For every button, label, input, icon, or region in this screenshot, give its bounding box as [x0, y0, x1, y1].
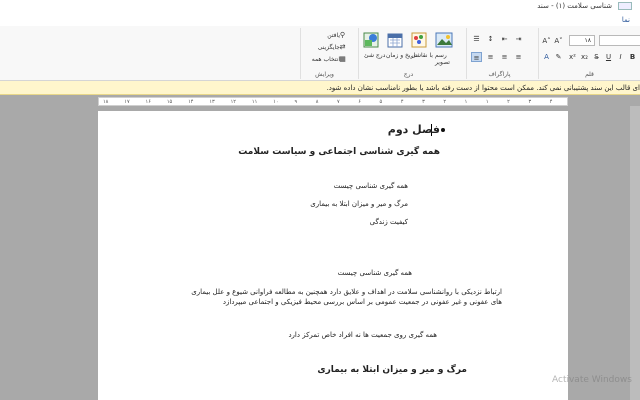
indent-increase-icon[interactable]: ⇥ — [513, 34, 524, 44]
ruler-tick: ۱۶ — [145, 99, 151, 105]
select-all-icon: ▦ — [339, 55, 346, 63]
group-label-insert: درج — [403, 71, 414, 78]
quick-access-toolbar[interactable] — [618, 2, 632, 10]
ribbon-group-insert: درج شئ تاریخ و زمان رسم با نقاشی تصویر د… — [358, 28, 458, 79]
ruler-tick: ۱ — [485, 99, 489, 105]
ruler-tick: ۹ — [294, 99, 298, 105]
picture-label: تصویر — [435, 59, 450, 66]
binoculars-icon: ⚲ — [339, 31, 346, 39]
paint-icon[interactable] — [411, 32, 427, 48]
justify-button[interactable]: ≡ — [513, 52, 524, 62]
heading-chapter: فصل دوم — [387, 123, 440, 136]
ruler-tick: ۱۸ — [103, 99, 109, 105]
picture-icon[interactable] — [435, 32, 453, 48]
indent-decrease-icon[interactable]: ⇤ — [499, 34, 510, 44]
vertical-scrollbar[interactable] — [630, 106, 640, 400]
calendar-icon[interactable] — [387, 32, 403, 48]
font-color-icon[interactable]: A — [541, 52, 552, 62]
align-right-button[interactable]: ≡ — [471, 52, 482, 62]
ruler-tick: ۱۳ — [209, 99, 215, 105]
paragraph-2: همه گیری روی جمعیت ها نه افراد خاص تمرکز… — [288, 331, 437, 339]
replace-icon: ⇄ — [339, 43, 346, 51]
highlight-icon[interactable]: ✎ — [553, 52, 564, 62]
ruler-tick: ۱ — [464, 99, 468, 105]
shrink-font-icon[interactable]: A˅ — [553, 36, 564, 46]
ribbon: یافتن ⚲ جایگزینی ⇄ انتخاب همه ▦ ویرایش د… — [0, 26, 640, 81]
ruler-tick: ۵ — [379, 99, 383, 105]
ruler-tick: ۲ — [507, 99, 510, 105]
insert-object-icon[interactable] — [363, 32, 379, 48]
ruler-tick: ۳ — [528, 99, 532, 105]
compatibility-infobar: ای قالب این سند پشتیبانی نمی کند. ممکن ا… — [0, 81, 640, 95]
ribbon-group-edit: یافتن ⚲ جایگزینی ⇄ انتخاب همه ▦ ویرایش — [300, 28, 348, 79]
ribbon-tab-row: نما — [0, 13, 640, 26]
toc-item-3: کیفیت زندگی — [369, 218, 408, 226]
tab-view[interactable]: نما — [622, 16, 630, 24]
ruler-tick: ۱۷ — [124, 99, 130, 105]
subscript-icon[interactable]: x₂ — [579, 52, 590, 62]
document-page[interactable]: فصل دوم همه گیری شناسی اجتماعی و سیاست س… — [98, 111, 568, 400]
insert-object-label: درج شئ — [364, 52, 386, 59]
bullet-icon — [441, 128, 445, 132]
ruler-tick: ۱۱ — [251, 99, 258, 105]
select-all-button[interactable]: انتخاب همه — [312, 56, 340, 63]
underline-icon[interactable]: U — [603, 52, 614, 62]
paint-label: رسم با نقاشی — [411, 52, 447, 59]
ribbon-group-font: A˄ A˅ ۱۸ A ✎ x² x₂ S̶ U I B قلم — [538, 28, 640, 79]
ruler-tick: ۱۵ — [166, 99, 173, 105]
font-size-value: ۱۸ — [584, 37, 591, 44]
toc-item-1: همه گیری شناسی چیست — [333, 182, 408, 190]
ruler-tick: ۷ — [337, 99, 340, 105]
ruler-tick: ۳ — [422, 99, 425, 105]
ruler-tick: ۴ — [549, 99, 553, 105]
align-left-button[interactable]: ≡ — [499, 52, 510, 62]
ruler-tick: ۶ — [358, 99, 361, 105]
ribbon-group-paragraph: ☰ ↕ ⇤ ⇥ ≡ ≡ ≡ ≡ پاراگراف — [466, 28, 532, 79]
list-icon[interactable]: ☰ — [471, 34, 482, 44]
bold-icon[interactable]: B — [627, 52, 638, 62]
ruler-tick: ۱۰ — [273, 99, 279, 105]
font-size-select[interactable]: ۱۸ — [569, 35, 595, 46]
title-bar: شناسی سلامت (۱) - سند — [0, 0, 640, 13]
group-label-paragraph: پاراگراف — [488, 71, 511, 78]
align-center-button[interactable]: ≡ — [485, 52, 496, 62]
paragraph-line-1: ارتباط نزدیکی با روانشناسی سلامت در اهدا… — [191, 288, 502, 296]
group-label-edit: ویرایش — [315, 71, 334, 78]
paragraph-line-2: های عفونی و غیر عفونی در جمعیت عمومی بر … — [222, 298, 502, 306]
ruler-tick: ۸ — [315, 99, 319, 105]
heading-mortality: مرگ و میر و میزان ابتلا به بیماری — [317, 365, 467, 375]
ruler[interactable]: ۱۸ ۱۷ ۱۶ ۱۵ ۱۴ ۱۳ ۱۲ ۱۱ ۱۰ ۹ ۸ ۷ ۶ ۵ ۴ ۳ ۲ ۱ ۱ ۲ ۳ ۴ — [98, 97, 568, 106]
ruler-tick: ۱۴ — [188, 99, 194, 105]
heading-social-epidemiology: همه گیری شناسی اجتماعی و سیاست سلامت — [238, 147, 440, 157]
infobar-message: ای قالب این سند پشتیبانی نمی کند. ممکن ا… — [326, 84, 640, 92]
ruler-tick: ۲ — [443, 99, 447, 105]
superscript-icon[interactable]: x² — [567, 52, 578, 62]
font-family-select[interactable] — [599, 35, 640, 46]
ruler-tick: ۴ — [400, 99, 404, 105]
line-spacing-icon[interactable]: ↕ — [485, 34, 496, 44]
group-label-font: قلم — [585, 71, 594, 78]
ruler-tick: ۱۲ — [230, 99, 236, 105]
section-title: همه گیری شناسی چیست — [337, 269, 412, 277]
activate-windows-watermark: Activate Windows — [552, 375, 632, 385]
toc-item-2: مرگ و میر و میزان ابتلا به بیماری — [310, 200, 408, 208]
window-title: شناسی سلامت (۱) - سند — [537, 2, 612, 10]
italic-icon[interactable]: I — [615, 52, 626, 62]
grow-font-icon[interactable]: A˄ — [541, 36, 552, 46]
strikethrough-icon[interactable]: S̶ — [591, 52, 602, 62]
